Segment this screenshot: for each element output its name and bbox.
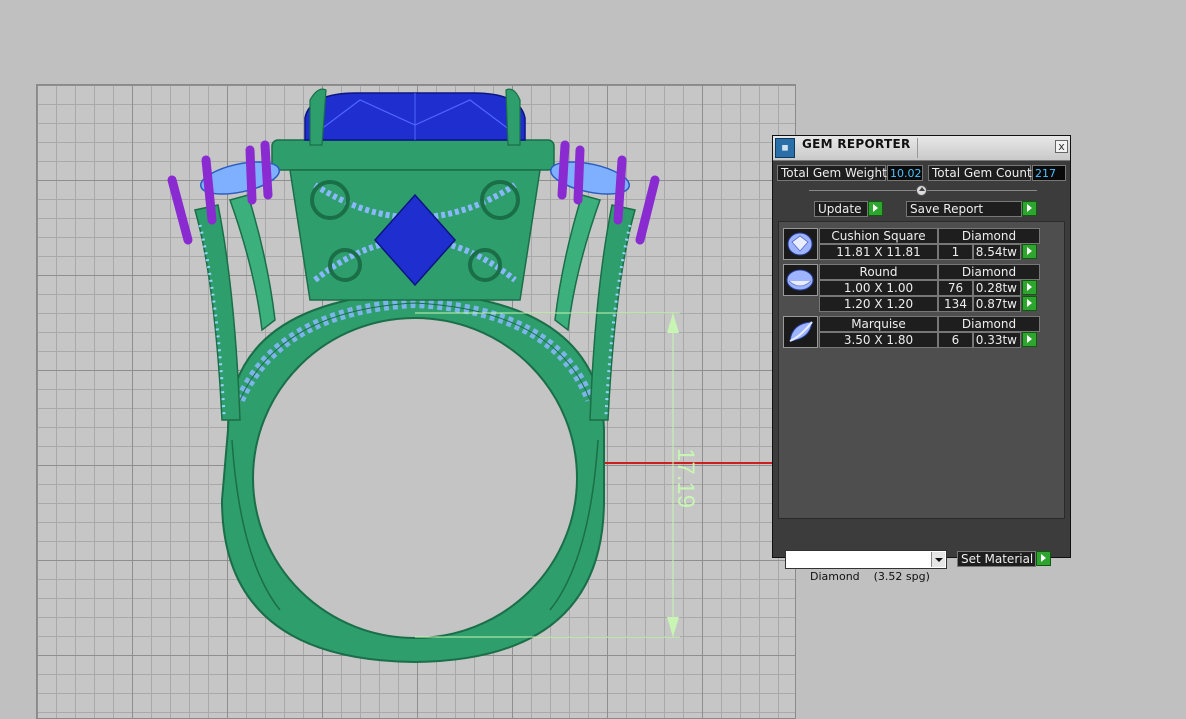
set-material-button[interactable]: Set Material — [957, 551, 1036, 567]
group-1-shape: Cushion Square — [819, 228, 938, 244]
set-material-arrow-icon[interactable] — [1036, 551, 1051, 566]
group-2-row-1-weight: 0.28tw — [973, 280, 1021, 296]
group-2-row-1-count: 76 — [938, 280, 973, 296]
total-gem-count-value: 217 — [1032, 165, 1066, 181]
update-arrow-icon[interactable] — [868, 201, 883, 216]
close-button[interactable]: x — [1055, 140, 1068, 153]
gem-reporter-app-icon: ▦ — [775, 138, 795, 158]
group-2-row-2-size: 1.20 X 1.20 — [819, 296, 938, 312]
ring-shank — [220, 290, 605, 664]
panel-title: GEM REPORTER — [802, 137, 911, 151]
ring-head — [271, 139, 555, 301]
material-select-value: Diamond (3.52 spg) — [809, 570, 930, 583]
group-2-row-2-select-icon[interactable] — [1022, 296, 1037, 311]
total-gem-weight-label: Total Gem Weight — [777, 165, 887, 181]
group-3-row-1-size: 3.50 X 1.80 — [819, 332, 938, 348]
save-report-arrow-icon[interactable] — [1022, 201, 1037, 216]
chevron-down-icon[interactable] — [931, 552, 945, 567]
group-1-material: Diamond — [938, 228, 1040, 244]
group-1-row-1-select-icon[interactable] — [1022, 244, 1037, 259]
group-1-row-1-weight: 8.54tw — [973, 244, 1021, 260]
group-2-row-1-size: 1.00 X 1.00 — [819, 280, 938, 296]
gem-list[interactable]: Cushion Square Diamond 11.81 X 11.81 1 8… — [778, 221, 1065, 519]
panel-titlebar[interactable]: ▦ GEM REPORTER x — [773, 136, 1070, 161]
group-3-row-1-weight: 0.33tw — [973, 332, 1021, 348]
round-gem-icon — [783, 264, 818, 296]
group-2-material: Diamond — [938, 264, 1040, 280]
marquise-gem-icon — [783, 316, 818, 348]
panel-body: Total Gem Weight 10.02 Total Gem Count 2… — [773, 161, 1070, 583]
group-1-row-1-count: 1 — [938, 244, 973, 260]
gem-reporter-panel: ▦ GEM REPORTER x Total Gem Weight 10.02 … — [772, 135, 1071, 583]
save-report-button[interactable]: Save Report — [906, 201, 1022, 217]
total-gem-weight-value: 10.02 — [887, 165, 923, 181]
dimension-value: 17.19 — [672, 448, 699, 508]
right-marquise-cluster — [550, 140, 660, 245]
total-gem-count-label: Total Gem Count — [928, 165, 1032, 181]
title-separator — [917, 138, 918, 158]
group-2-row-1-select-icon[interactable] — [1022, 280, 1037, 295]
group-3-shape: Marquise — [819, 316, 938, 332]
update-button[interactable]: Update — [814, 201, 868, 217]
group-3-row-1-count: 6 — [938, 332, 973, 348]
cushion-gem-icon — [783, 228, 818, 260]
material-select[interactable]: Diamond (3.52 spg) — [785, 550, 947, 583]
group-2-shape: Round — [819, 264, 938, 280]
left-marquise-cluster — [167, 140, 280, 245]
group-2-row-2-weight: 0.87tw — [973, 296, 1021, 312]
center-stone — [304, 92, 526, 141]
group-3-material: Diamond — [938, 316, 1040, 332]
collapse-toggle-icon[interactable] — [916, 185, 927, 196]
group-2-row-2-count: 134 — [938, 296, 973, 312]
group-1-row-1-size: 11.81 X 11.81 — [819, 244, 938, 260]
group-3-row-1-select-icon[interactable] — [1022, 332, 1037, 347]
